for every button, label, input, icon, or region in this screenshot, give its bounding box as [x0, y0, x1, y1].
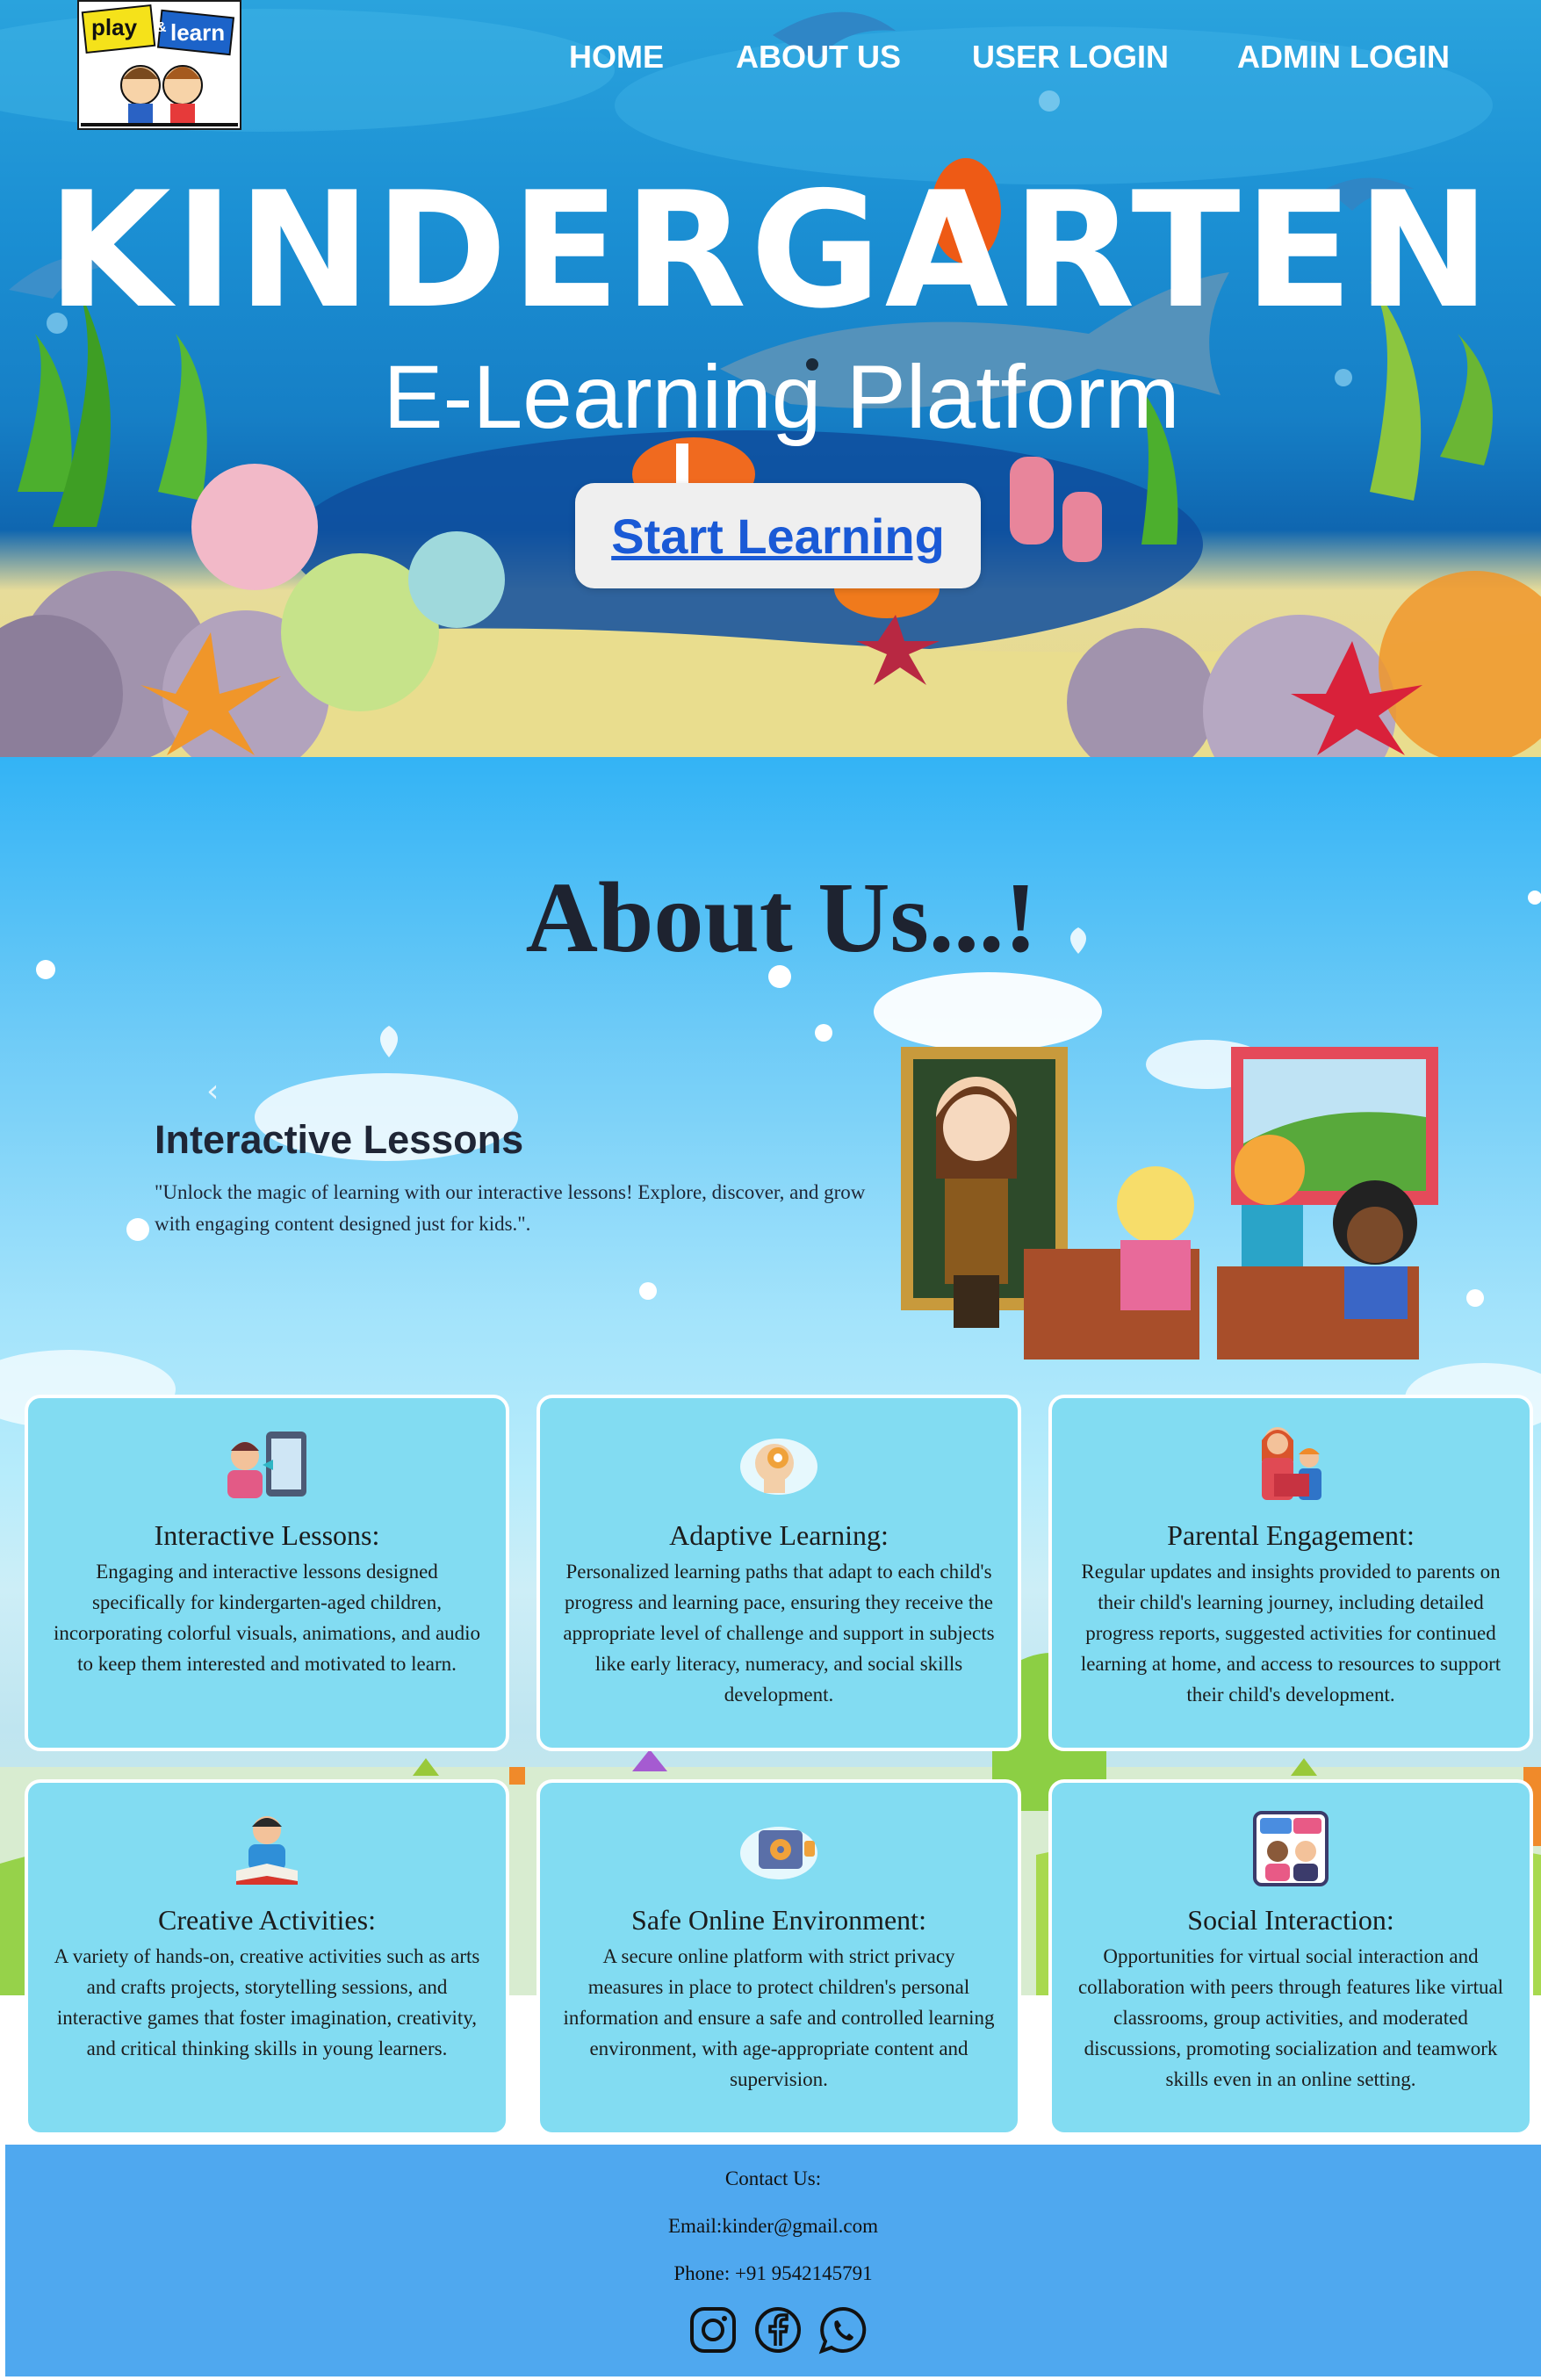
nav-home[interactable]: HOME: [569, 39, 664, 76]
feature-description: Regular updates and insights provided to…: [1080, 1561, 1501, 1706]
feature-description: Personalized learning paths that adapt t…: [563, 1561, 995, 1706]
hero-subtitle: E-Learning Platform: [383, 347, 1180, 447]
logo-ampersand: &: [156, 20, 167, 35]
instagram-icon[interactable]: [688, 2305, 738, 2355]
feature-card-interactive-lessons: Interactive Lessons: Engaging and intera…: [25, 1395, 509, 1751]
facebook-icon[interactable]: [753, 2305, 803, 2355]
about-title: About Us...!: [525, 862, 1038, 973]
feature-description: Opportunities for virtual social interac…: [1077, 1945, 1504, 2090]
carousel-prev-icon[interactable]: ‹: [206, 1073, 219, 1109]
feature-description: A secure online platform with strict pri…: [563, 1945, 995, 2090]
start-learning-button[interactable]: Start Learning: [575, 483, 981, 588]
chat-people-icon: [1253, 1811, 1329, 1886]
nav-about-us[interactable]: ABOUT US: [736, 39, 901, 76]
feature-card-creative-activities: Creative Activities: A variety of hands-…: [25, 1779, 509, 2136]
nav-user-login[interactable]: USER LOGIN: [972, 39, 1169, 76]
classroom-illustration: [901, 1047, 1438, 1359]
carousel-slide-title: Interactive Lessons: [155, 1117, 524, 1162]
feature-card-social-interaction: Social Interaction: Opportunities for vi…: [1048, 1779, 1533, 2136]
feature-title: Interactive Lessons:: [154, 1519, 380, 1551]
contact-email[interactable]: Email:kinder@gmail.com: [5, 2215, 1541, 2238]
feature-description: Engaging and interactive lessons designe…: [53, 1561, 481, 1675]
child-reading-icon: [236, 1816, 298, 1885]
hero-section: play & learn HOME ABOUT US USER LOGIN AD…: [0, 0, 1541, 757]
secure-vault-icon: [740, 1827, 817, 1879]
whatsapp-icon[interactable]: [818, 2305, 868, 2355]
tablet-lesson-icon: [227, 1432, 306, 1498]
feature-title: Adaptive Learning:: [669, 1519, 889, 1551]
logo-word-play: play: [91, 14, 138, 40]
top-navigation: HOME ABOUT US USER LOGIN ADMIN LOGIN: [0, 39, 1541, 83]
about-section: About Us...! ‹ › Interactive Lessons "Un…: [0, 757, 1541, 2145]
carousel-slide-text: "Unlock the magic of learning with our i…: [155, 1181, 866, 1235]
feature-card-safe-online-environment: Safe Online Environment: A secure online…: [536, 1779, 1021, 2136]
feature-title: Social Interaction:: [1187, 1904, 1394, 1936]
feature-title: Parental Engagement:: [1167, 1519, 1415, 1551]
contact-phone[interactable]: Phone: +91 9542145791: [5, 2262, 1541, 2285]
brain-gear-icon: [740, 1439, 817, 1495]
feature-title: Creative Activities:: [158, 1904, 376, 1936]
contact-label: Contact Us:: [724, 2167, 822, 2189]
feature-description: A variety of hands-on, creative activiti…: [54, 1945, 480, 2059]
feature-card-parental-engagement: Parental Engagement: Regular updates and…: [1048, 1395, 1533, 1751]
hero-title: KINDERGARTEN: [47, 157, 1494, 343]
feature-card-adaptive-learning: Adaptive Learning: Personalized learning…: [536, 1395, 1021, 1751]
parent-child-reading-icon: [1262, 1427, 1321, 1500]
feature-title: Safe Online Environment:: [631, 1904, 926, 1936]
nav-admin-login[interactable]: ADMIN LOGIN: [1237, 39, 1450, 76]
